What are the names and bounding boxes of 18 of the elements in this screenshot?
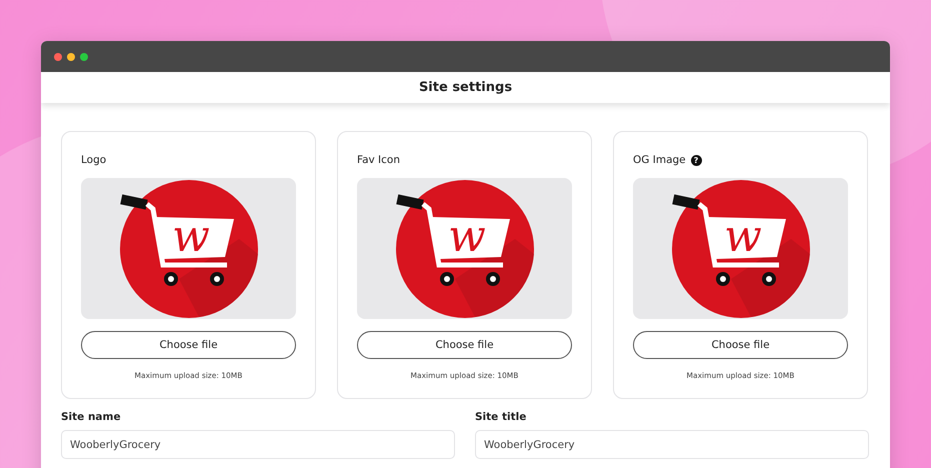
choose-file-button[interactable]: Choose file: [357, 331, 572, 359]
minimize-icon[interactable]: [67, 52, 75, 60]
text-field[interactable]: WooberlyGrocery: [475, 430, 869, 459]
shopping-cart-logo: w: [118, 178, 258, 318]
field-label: Site title: [475, 411, 528, 423]
help-icon[interactable]: ?: [690, 154, 702, 166]
upload-label: Fav Icon: [357, 154, 400, 166]
field-label: Site name: [61, 411, 122, 423]
page-title: Site settings: [418, 80, 512, 95]
choose-file-button[interactable]: Choose file: [81, 331, 296, 359]
upload-label: Logo: [81, 154, 106, 166]
close-icon[interactable]: [54, 52, 62, 60]
upload-label: OG Image: [633, 154, 686, 166]
shopping-cart-logo: w: [394, 178, 534, 318]
text-field[interactable]: WooberlyGrocery: [61, 430, 455, 459]
maximize-icon[interactable]: [80, 52, 88, 60]
choose-file-button[interactable]: Choose file: [633, 331, 848, 359]
shopping-cart-logo: w: [670, 178, 810, 318]
